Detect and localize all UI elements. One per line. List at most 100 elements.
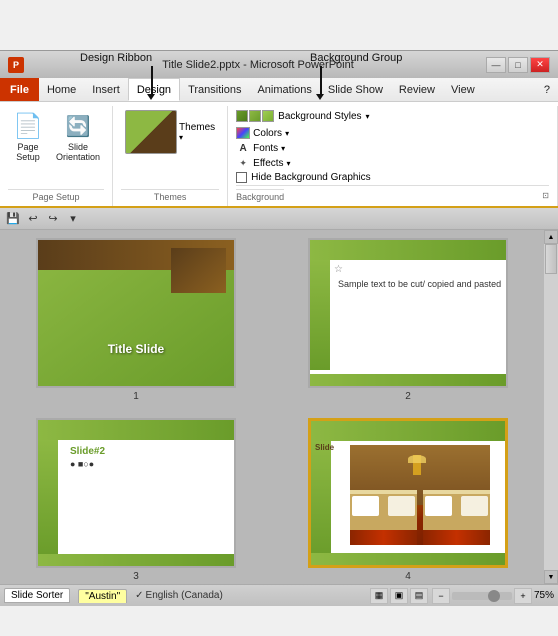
menu-transitions[interactable]: Transitions <box>180 78 249 101</box>
zoom-area: − + 75% <box>432 588 554 604</box>
effects-icon: ✦ <box>236 157 250 169</box>
hide-background-checkbox[interactable] <box>236 172 247 183</box>
slide-sorter-tab[interactable]: Slide Sorter <box>4 588 70 603</box>
fonts-button[interactable]: A Fonts ▾ <box>236 141 290 155</box>
ribbon: 📄 Page Setup 🔄 Slide Orientation Page Se… <box>0 102 558 208</box>
slide-2-top <box>310 240 506 260</box>
pillow-4 <box>461 496 488 516</box>
effects-arrow: ▾ <box>287 159 291 168</box>
slide-1-bg: Title Slide <box>38 240 234 386</box>
page-setup-icon: 📄 <box>12 110 44 142</box>
slide-2-thumbnail[interactable]: ☆ Sample text to be cut/ copied and past… <box>308 238 508 388</box>
slide-4-thumbnail[interactable]: Slide <box>308 418 508 568</box>
slide-2-number: 2 <box>405 391 411 402</box>
page-setup-group-label: Page Setup <box>8 189 104 204</box>
pillow-2 <box>388 496 415 516</box>
slide-3-top <box>38 420 234 440</box>
page-setup-label: Page Setup <box>16 142 40 162</box>
slide-2-left-bar <box>310 260 330 370</box>
colors-button[interactable]: Colors ▾ <box>236 126 290 140</box>
zoom-in-button[interactable]: + <box>514 588 532 604</box>
status-right: ▦ ▣ ▤ − + 75% <box>370 588 554 604</box>
austin-tab[interactable]: "Austin" <box>78 589 127 603</box>
background-group-label: Background <box>236 189 284 204</box>
background-content: Background Styles ▾ Colors ▾ A Fonts ▾ ✦… <box>236 108 549 183</box>
pillow-1 <box>352 496 379 516</box>
slide-3-title: Slide#2 <box>62 440 234 459</box>
fonts-label: Fonts <box>253 143 278 154</box>
undo-qat-button[interactable]: ↩ <box>24 210 42 228</box>
slide-1-title: Title Slide <box>108 342 164 356</box>
slide-4-bg: Slide <box>311 421 505 565</box>
slide-3-thumbnail[interactable]: Slide#2 ● ■○● <box>36 418 236 568</box>
scroll-up-button[interactable]: ▲ <box>544 230 558 244</box>
themes-group-label: Themes <box>121 189 219 204</box>
themes-content: Themes ▾ <box>121 108 219 187</box>
hide-background-label: Hide Background Graphics <box>251 172 371 183</box>
slide-1-thumbnail[interactable]: Title Slide <box>36 238 236 388</box>
menu-insert[interactable]: Insert <box>84 78 128 101</box>
background-styles-button[interactable]: Background Styles ▾ <box>236 110 369 122</box>
menu-design[interactable]: Design <box>128 78 180 101</box>
normal-view-button[interactable]: ▦ <box>370 588 388 604</box>
slide-orientation-button[interactable]: 🔄 Slide Orientation <box>52 108 104 164</box>
background-styles-label: Background Styles <box>278 111 361 122</box>
menu-review[interactable]: Review <box>391 78 443 101</box>
effects-button[interactable]: ✦ Effects ▾ <box>236 156 290 170</box>
redo-qat-button[interactable]: ↪ <box>44 210 62 228</box>
menu-slideshow[interactable]: Slide Show <box>320 78 391 101</box>
slide-4-bottom <box>311 553 505 565</box>
slide-2-container: ☆ Sample text to be cut/ copied and past… <box>280 238 536 402</box>
qat-dropdown-button[interactable]: ▾ <box>64 210 82 228</box>
slide-2-star: ☆ <box>334 264 343 275</box>
minimize-button[interactable]: — <box>486 57 506 73</box>
slide-3-container: Slide#2 ● ■○● 3 <box>8 418 264 582</box>
zoom-slider[interactable] <box>452 592 512 600</box>
app-icon: P <box>8 57 24 73</box>
help-icon[interactable]: ? <box>536 78 558 101</box>
menu-home[interactable]: Home <box>39 78 84 101</box>
file-menu[interactable]: File <box>0 78 39 101</box>
slide-4-content: Slide <box>311 445 505 545</box>
menu-animations[interactable]: Animations <box>249 78 319 101</box>
zoom-out-button[interactable]: − <box>432 588 450 604</box>
bed-runner-1 <box>350 530 417 545</box>
slide-4-number: 4 <box>405 571 411 582</box>
slide-3-content: Slide#2 ● ■○● <box>38 440 234 469</box>
reading-view-button[interactable]: ▤ <box>410 588 428 604</box>
slide-1-number: 1 <box>133 391 139 402</box>
background-styles-arrow: ▾ <box>366 112 370 121</box>
hide-background-row[interactable]: Hide Background Graphics <box>236 172 371 183</box>
close-button[interactable]: ✕ <box>530 57 550 73</box>
themes-dropdown-arrow: ▾ <box>179 133 183 142</box>
bed-runner-2 <box>423 530 490 545</box>
background-expand-icon[interactable]: ⊡ <box>542 191 549 200</box>
bed-2 <box>423 490 490 545</box>
slide-sorter: Title Slide 1 ☆ Sample text to be cut/ c… <box>0 230 544 584</box>
scroll-down-button[interactable]: ▼ <box>544 570 558 584</box>
maximize-button[interactable]: □ <box>508 57 528 73</box>
slide-3-number: 3 <box>133 571 139 582</box>
page-setup-button[interactable]: 📄 Page Setup <box>8 108 48 164</box>
slide-1-accent <box>171 248 226 293</box>
status-bar: Slide Sorter "Austin" ✓ English (Canada)… <box>0 584 558 606</box>
themes-icon <box>125 110 177 154</box>
view-buttons-group: ▦ ▣ ▤ <box>370 588 428 604</box>
lamp <box>413 455 421 475</box>
menu-view[interactable]: View <box>443 78 483 101</box>
austin-tab-group: "Austin" <box>78 589 127 603</box>
slide-3-bullets: ● ■○● <box>62 459 234 469</box>
zoom-thumb[interactable] <box>488 590 500 602</box>
language-indicator[interactable]: ✓ English (Canada) <box>135 590 223 601</box>
status-left: Slide Sorter "Austin" ✓ English (Canada) <box>4 588 370 603</box>
window-title: Title Slide2.pptx - Microsoft PowerPoint <box>30 59 486 71</box>
slide-sorter-view-button[interactable]: ▣ <box>390 588 408 604</box>
bed-1 <box>350 490 417 545</box>
themes-button[interactable]: Themes ▾ <box>121 108 219 156</box>
slide-4-left-bar <box>311 441 331 559</box>
slide-4-title: Slide <box>315 443 334 452</box>
themes-group: Themes ▾ Themes <box>113 106 228 206</box>
save-qat-button[interactable]: 💾 <box>4 210 22 228</box>
effects-label: Effects <box>253 158 283 169</box>
scroll-thumb[interactable] <box>545 244 557 274</box>
